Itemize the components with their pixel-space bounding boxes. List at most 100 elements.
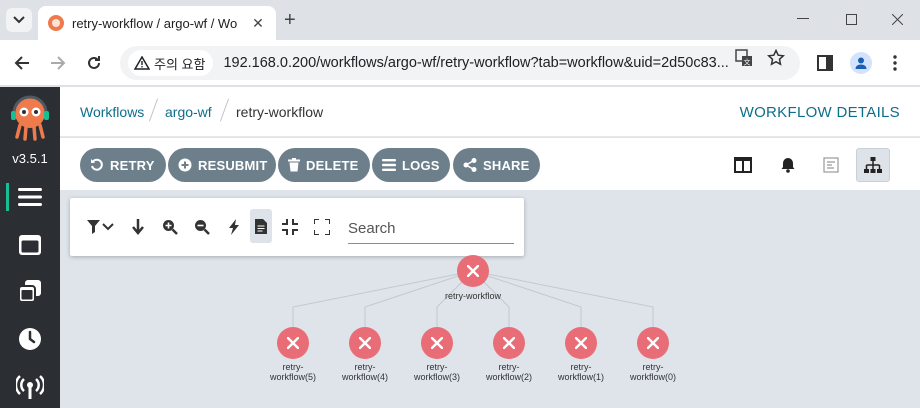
child-node-label-line2: workflow(3) (413, 372, 460, 382)
sidebar-item-cron-workflows[interactable] (0, 319, 60, 359)
close-x-icon (431, 337, 443, 349)
argo-favicon-icon (48, 15, 64, 31)
version-label: v3.5.1 (12, 151, 48, 166)
resubmit-label: RESUBMIT (198, 157, 268, 173)
minimize-window-icon[interactable] (788, 8, 818, 30)
child-node-label: retry- workflow(2) (474, 362, 544, 382)
chrome-menu-icon[interactable] (884, 52, 906, 74)
breadcrumb-separator (148, 98, 159, 122)
browser-tabstrip: retry-workflow / argo-wf / Wo ✕ + (0, 0, 920, 40)
close-window-icon[interactable] (882, 8, 912, 30)
close-x-icon (359, 337, 371, 349)
sidebar-item-cluster-templates[interactable] (0, 271, 60, 311)
breadcrumb-separator (219, 98, 230, 122)
breadcrumb-current: retry-workflow (236, 104, 324, 120)
security-warning-chip[interactable]: 주의 요함 (128, 50, 214, 76)
breadcrumb-workflows[interactable]: Workflows (80, 104, 144, 120)
main-content: Workflows argo-wf retry-workflow WORKFLO… (60, 87, 920, 408)
breadcrumb-bar: Workflows argo-wf retry-workflow WORKFLO… (60, 87, 920, 137)
forward-button[interactable] (46, 52, 70, 74)
close-x-icon (467, 265, 479, 277)
arrow-right-icon (51, 56, 66, 70)
child-node-label: retry- workflow(4) (330, 362, 400, 382)
share-label: SHARE (483, 157, 530, 173)
summary-view-button[interactable] (726, 148, 760, 182)
url-text[interactable]: 192.168.0.200/workflows/argo-wf/retry-wo… (223, 55, 733, 71)
sidebar-item-workflow-templates[interactable] (0, 225, 60, 265)
child-node-label-line2: workflow(5) (269, 372, 316, 382)
chevron-down-icon (13, 16, 25, 24)
bell-icon (781, 158, 795, 173)
child-node-label-line2: workflow(1) (557, 372, 604, 382)
graph-view-button[interactable] (856, 148, 890, 182)
cron-clock-icon (19, 328, 41, 350)
tab-title: retry-workflow / argo-wf / Wo (72, 15, 238, 31)
root-node-label: retry-workflow (444, 291, 501, 301)
workflow-templates-icon (19, 235, 41, 255)
bookmark-star-icon[interactable] (766, 48, 786, 68)
page-title: WORKFLOW DETAILS (739, 104, 900, 121)
reload-button[interactable] (82, 52, 106, 74)
child-node-label-line1: retry- (282, 362, 304, 372)
retry-button[interactable]: RETRY (80, 148, 166, 182)
child-node-label-line1: retry- (642, 362, 664, 372)
logs-button[interactable]: LOGS (372, 148, 450, 182)
child-node-label-line2: workflow(0) (629, 372, 676, 382)
child-node-failed[interactable] (637, 327, 669, 359)
child-node-failed[interactable] (277, 327, 309, 359)
bars-icon (382, 159, 396, 171)
delete-label: DELETE (306, 157, 359, 173)
close-x-icon (287, 337, 299, 349)
breadcrumb-namespace[interactable]: argo-wf (165, 104, 212, 120)
close-x-icon (647, 337, 659, 349)
child-node-failed[interactable] (421, 327, 453, 359)
reload-icon (88, 56, 100, 69)
share-button[interactable]: SHARE (453, 148, 540, 182)
child-node-failed[interactable] (493, 327, 525, 359)
warning-triangle-icon (134, 56, 150, 70)
trash-icon (288, 158, 300, 172)
side-panel-icon[interactable] (814, 52, 836, 74)
child-node-label-line1: retry- (426, 362, 448, 372)
argo-logo-icon[interactable] (8, 95, 52, 141)
root-node-failed[interactable] (457, 255, 489, 287)
browser-toolbar: 주의 요함 192.168.0.200/workflows/argo-wf/re… (0, 40, 920, 86)
resubmit-button[interactable]: RESUBMIT (168, 148, 276, 182)
child-node-label: retry- workflow(5) (258, 362, 328, 382)
child-node-label: retry- workflow(3) (402, 362, 472, 382)
sitemap-icon (864, 157, 882, 173)
new-tab-button[interactable]: + (284, 10, 296, 30)
arrow-left-icon (14, 56, 29, 70)
back-button[interactable] (10, 52, 34, 74)
timeline-view-button[interactable] (814, 148, 848, 182)
event-sources-icon (16, 375, 44, 399)
sidebar-item-event-sources[interactable] (0, 367, 60, 407)
workflow-graph-canvas[interactable]: retry-workflow retry- workflow(5) retry-… (60, 190, 920, 408)
cluster-templates-icon (18, 280, 41, 303)
child-node-label-line2: workflow(4) (341, 372, 388, 382)
browser-tab-active[interactable]: retry-workflow / argo-wf / Wo ✕ (38, 6, 276, 40)
delete-button[interactable]: DELETE (278, 148, 370, 182)
columns-panel-icon (734, 157, 752, 173)
child-node-label: retry- workflow(1) (546, 362, 616, 382)
child-node-failed[interactable] (349, 327, 381, 359)
share-icon (463, 158, 477, 172)
sidebar-item-menu[interactable] (0, 177, 60, 217)
action-toolbar: RETRY RESUBMIT DELETE LOGS SHARE (60, 138, 920, 190)
menu-icon (18, 188, 42, 206)
profile-avatar-icon[interactable] (850, 52, 872, 74)
tab-search-button[interactable] (6, 8, 32, 32)
plus-circle-icon (178, 158, 192, 172)
close-x-icon (575, 337, 587, 349)
omnibox[interactable]: 주의 요함 192.168.0.200/workflows/argo-wf/re… (120, 46, 800, 80)
svg-text:文: 文 (744, 58, 751, 67)
retry-label: RETRY (110, 157, 155, 173)
child-node-label: retry- workflow(0) (618, 362, 688, 382)
events-view-button[interactable] (771, 148, 805, 182)
translate-icon[interactable]: 文 (734, 48, 754, 68)
close-tab-icon[interactable]: ✕ (250, 15, 266, 32)
maximize-window-icon[interactable] (836, 8, 866, 30)
app-sidebar: v3.5.1 (0, 87, 60, 408)
timeline-list-icon (823, 157, 839, 173)
child-node-failed[interactable] (565, 327, 597, 359)
